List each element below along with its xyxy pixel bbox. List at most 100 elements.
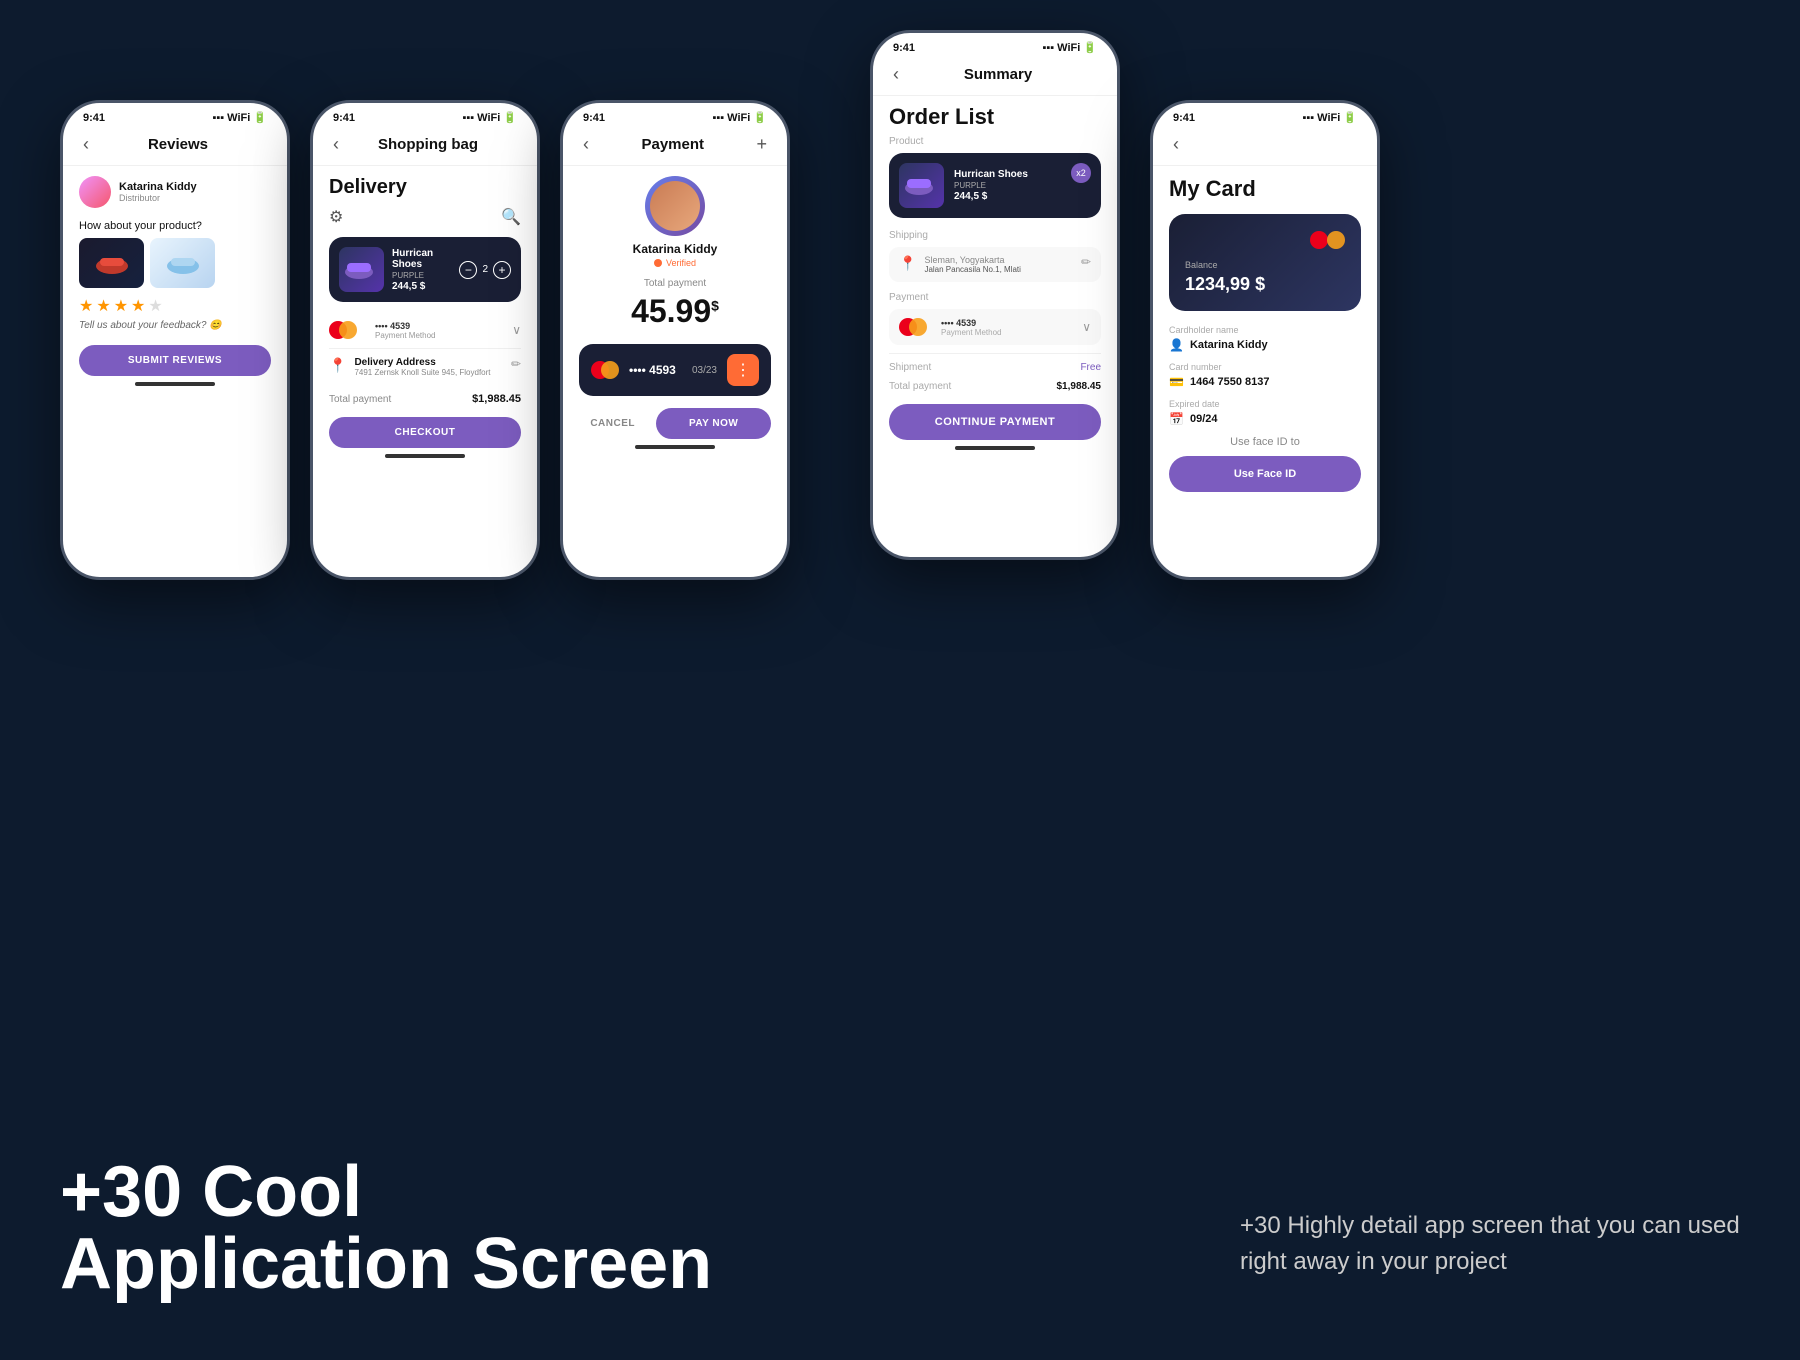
shoe-dark: [79, 238, 144, 288]
delivery-title: Delivery: [329, 176, 521, 199]
header-title-1: Reviews: [148, 136, 208, 153]
balance-value: 1234,99 $: [1185, 274, 1345, 295]
payment-card-summary: •••• 4539: [941, 318, 1001, 328]
qty-number: 2: [482, 264, 488, 275]
card-options-button[interactable]: ⋮: [727, 354, 759, 386]
shipment-row: Shipment Free: [889, 358, 1101, 377]
total-value-bag: $1,988.45: [472, 393, 521, 405]
edit-icon[interactable]: ✏: [511, 357, 521, 371]
my-card-title: My Card: [1169, 176, 1361, 202]
product-thumbnail-bag: [339, 247, 384, 292]
chevron-down-icon[interactable]: ∨: [512, 323, 521, 337]
shipment-label: Shipment: [889, 362, 931, 373]
submit-reviews-button[interactable]: SUBMIT REVIEWS: [79, 345, 271, 376]
reviewer-role: Distributor: [119, 193, 197, 203]
payment-section: Payment •••• 4539 Payment Method ∨: [889, 292, 1101, 345]
chevron-down-summary[interactable]: ∨: [1082, 320, 1091, 334]
star-2: ★: [96, 296, 110, 316]
filter-row: ⚙ 🔍: [329, 207, 521, 227]
total-label-bag: Total payment: [329, 394, 391, 405]
shoes-preview: [79, 238, 271, 288]
balance-label: Balance: [1185, 260, 1345, 270]
person-icon: 👤: [1169, 338, 1184, 352]
back-button-2[interactable]: ‹: [333, 134, 339, 155]
expired-value: 📅 09/24: [1169, 412, 1361, 426]
phone4-content: Order List Product Hurrican Shoes PURPLE…: [873, 96, 1117, 440]
phone-payment: 9:41 ▪▪▪ WiFi 🔋 ‹ Payment + Katarina Kid…: [560, 100, 790, 580]
product-variant-bag: PURPLE: [392, 271, 451, 280]
total-label-summary: Total payment: [889, 381, 951, 392]
phone-my-card: 9:41 ▪▪▪ WiFi 🔋 ‹ My Card Balance 1234,9…: [1150, 100, 1380, 580]
order-list-title: Order List: [889, 104, 1101, 130]
card-number-value: 💳 1464 7550 8137: [1169, 375, 1361, 389]
product-variant-summary: PURPLE: [954, 181, 1028, 190]
user-name-payment: Katarina Kiddy: [579, 242, 771, 256]
bottom-text-right: +30 Highly detail app screen that you ca…: [1240, 1208, 1740, 1280]
location-icon-summary: 📍: [899, 255, 916, 272]
shoe-light: [150, 238, 215, 288]
payment-detail-row: •••• 4539 Payment Method ∨: [889, 309, 1101, 345]
status-time-3: 9:41: [583, 112, 605, 124]
description-text: +30 Highly detail app screen that you ca…: [1240, 1208, 1740, 1280]
card-number-payment: •••• 4593: [629, 363, 676, 377]
payment-section-label: Payment: [889, 292, 1101, 303]
credit-card: Balance 1234,99 $: [1169, 214, 1361, 311]
qty-minus-button[interactable]: −: [459, 261, 477, 279]
payment-row-bag: •••• 4539 Payment Method ∨: [329, 312, 521, 349]
card-mc-icons: [1185, 230, 1345, 252]
status-time-4: 9:41: [893, 42, 915, 54]
back-button-5[interactable]: ‹: [1173, 134, 1179, 155]
status-time-1: 9:41: [83, 112, 105, 124]
cardholder-section: Cardholder name 👤 Katarina Kiddy: [1169, 325, 1361, 352]
feedback-text: Tell us about your feedback? 😊: [79, 320, 271, 331]
total-row-bag: Total payment $1,988.45: [329, 385, 521, 413]
star-5: ★: [148, 296, 162, 316]
back-button-4[interactable]: ‹: [893, 64, 899, 85]
mastercard-icon-payment: [591, 360, 619, 380]
pay-actions: CANCEL PAY NOW: [579, 408, 771, 439]
shipping-address: Jalan Pancasila No.1, Mlati: [924, 265, 1021, 274]
qty-badge-summary: x2: [1071, 163, 1091, 183]
product-section-label: Product: [889, 136, 1101, 147]
status-icons-3: ▪▪▪ WiFi 🔋: [712, 111, 767, 124]
status-bar-1: 9:41 ▪▪▪ WiFi 🔋: [63, 103, 287, 128]
status-bar-5: 9:41 ▪▪▪ WiFi 🔋: [1153, 103, 1377, 128]
reviewer-row: Katarina Kiddy Distributor: [79, 166, 271, 214]
filter-icon[interactable]: ⚙: [329, 207, 343, 227]
cancel-button[interactable]: CANCEL: [579, 408, 646, 439]
payment-method-bag: Payment Method: [375, 331, 435, 340]
status-bar-2: 9:41 ▪▪▪ WiFi 🔋: [313, 103, 537, 128]
bottom-text-left: +30 Cool Application Screen: [60, 1156, 712, 1300]
face-id-button[interactable]: Use Face ID: [1169, 456, 1361, 492]
payment-method-summary: Payment Method: [941, 328, 1001, 337]
delivery-address-row: 📍 Delivery Address 7491 Zernsk Knoll Sui…: [329, 349, 521, 385]
continue-payment-button[interactable]: CONTINUE PAYMENT: [889, 404, 1101, 440]
avatar-face: [650, 181, 700, 231]
back-button-3[interactable]: ‹: [583, 134, 589, 155]
card-expiry: 03/23: [692, 365, 717, 376]
status-time-5: 9:41: [1173, 112, 1195, 124]
star-3: ★: [114, 296, 128, 316]
phone2-content: Delivery ⚙ 🔍 Hurrican Shoes PURPLE 244,5…: [313, 166, 537, 448]
checkout-button[interactable]: CHECKOUT: [329, 417, 521, 448]
card-number-section: Card number 💳 1464 7550 8137: [1169, 362, 1361, 389]
shipping-city: Sleman, Yogyakarta: [924, 255, 1021, 265]
bottom-bar-2: [385, 454, 465, 458]
back-button-1[interactable]: ‹: [83, 134, 89, 155]
search-icon[interactable]: 🔍: [501, 207, 521, 227]
edit-icon-summary[interactable]: ✏: [1081, 255, 1091, 269]
calendar-icon: 📅: [1169, 412, 1184, 426]
face-id-label: Use face ID to: [1169, 436, 1361, 448]
location-row: 📍 Sleman, Yogyakarta Jalan Pancasila No.…: [889, 247, 1101, 282]
phone-header-4: ‹ Summary: [873, 58, 1117, 96]
plus-icon[interactable]: +: [756, 134, 767, 155]
bottom-bar-4: [955, 446, 1035, 450]
product-name-bag: Hurrican Shoes: [392, 248, 451, 270]
qty-plus-button[interactable]: +: [493, 261, 511, 279]
total-value-summary: $1,988.45: [1057, 381, 1102, 392]
pay-now-button[interactable]: PAY NOW: [656, 408, 771, 439]
shipment-value: Free: [1080, 362, 1101, 373]
status-icons-4: ▪▪▪ WiFi 🔋: [1042, 41, 1097, 54]
bottom-bar-1: [135, 382, 215, 386]
product-card-bag: Hurrican Shoes PURPLE 244,5 $ − 2 +: [329, 237, 521, 302]
